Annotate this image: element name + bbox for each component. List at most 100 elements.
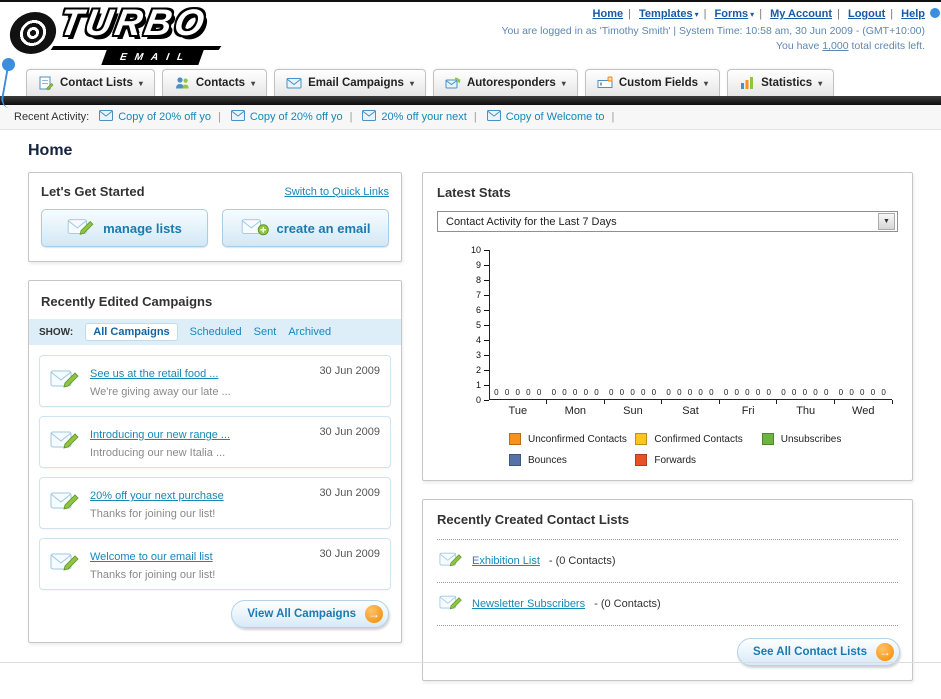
activity-chart: 0 1 2 3 4 5 6 7 8 9 10 0 0 0 0 00 0 0 0 00 0 0 0 0… <box>437 245 898 466</box>
legend-item: Bounces <box>509 454 635 466</box>
filter-sent[interactable]: Sent <box>254 326 277 338</box>
chevron-down-icon: ▾ <box>138 78 143 88</box>
chart-plot-area: 0 0 0 0 0 0 0 0 0 0 0 0 0 0 0 0 0 0 0 0 0 0 … <box>489 250 892 400</box>
campaign-list: See us at the retail food ... We're givi… <box>29 345 401 592</box>
campaigns-title: Recently Edited Campaigns <box>41 294 213 309</box>
top-link-home[interactable]: Home <box>593 8 624 20</box>
envelope-icon <box>230 108 245 126</box>
y-axis-tick: 2 <box>476 365 489 375</box>
top-link-templates[interactable]: Templates <box>639 8 693 20</box>
chevron-down-icon: ▾ <box>251 78 256 88</box>
separator: | <box>611 111 615 123</box>
footer-divider <box>0 662 941 663</box>
filter-all-campaigns[interactable]: All Campaigns <box>85 323 178 341</box>
create-email-label: create an email <box>276 220 371 236</box>
contact-list-item: Exhibition List - (0 Contacts) <box>437 540 898 583</box>
tab-label: Custom Fields <box>618 77 699 89</box>
filter-archived[interactable]: Archived <box>288 326 331 338</box>
statistics-icon <box>739 75 755 91</box>
legend-swatch <box>761 433 774 445</box>
view-all-campaigns-button[interactable]: View All Campaigns → <box>231 600 389 628</box>
campaign-subtitle: Thanks for joining our list! <box>90 569 216 581</box>
campaign-date: 30 Jun 2009 <box>319 487 380 499</box>
contact-list-link[interactable]: Exhibition List <box>472 555 540 567</box>
legend-item: Unsubscribes <box>761 433 888 445</box>
y-axis-tick: 3 <box>476 350 489 360</box>
campaign-title-link[interactable]: See us at the retail food ... <box>90 368 218 380</box>
recently-edited-campaigns-panel: Recently Edited Campaigns SHOW: All Camp… <box>28 280 402 643</box>
chart-zero-values: 0 0 0 0 0 0 0 0 0 0 0 0 0 0 0 0 0 0 0 0 0 0 … <box>490 388 892 397</box>
recent-activity-label: Recent Activity: <box>14 111 90 123</box>
chart-x-axis: Tue Mon Sun Sat Fri Thu Wed <box>489 400 893 417</box>
legend-swatch <box>635 454 648 466</box>
contact-list-count: - (0 Contacts) <box>594 598 661 610</box>
campaign-date: 30 Jun 2009 <box>319 426 380 438</box>
campaign-subtitle: Introducing our new Italia ... <box>90 447 226 459</box>
tab-email-campaigns[interactable]: Email Campaigns ▾ <box>274 69 426 96</box>
recent-activity-item[interactable]: 20% off your next <box>362 108 467 126</box>
campaign-row: See us at the retail food ... We're givi… <box>39 355 391 407</box>
tab-contacts[interactable]: Contacts ▾ <box>161 69 268 96</box>
contact-list-count: - (0 Contacts) <box>548 555 616 567</box>
x-axis-label: Sat <box>662 400 720 417</box>
arrow-right-icon: → <box>876 643 894 661</box>
main-content: Home Let's Get Started Switch to Quick L… <box>0 130 941 699</box>
switch-quick-links-link[interactable]: Switch to Quick Links <box>284 186 389 198</box>
chart-y-axis: 0 1 2 3 4 5 6 7 8 9 10 <box>455 245 489 405</box>
chart-values-group: 0 0 0 0 0 <box>608 388 659 397</box>
filter-scheduled[interactable]: Scheduled <box>190 326 242 338</box>
contact-list-item: Newsletter Subscribers - (0 Contacts) <box>437 583 898 626</box>
contact-lists-title: Recently Created Contact Lists <box>437 512 630 527</box>
tab-label: Contacts <box>195 77 246 89</box>
recent-activity-item[interactable]: Copy of 20% off yo <box>99 108 211 126</box>
top-link-forms[interactable]: Forms <box>715 8 749 20</box>
x-axis-label: Wed <box>834 400 893 417</box>
tab-autoresponders[interactable]: Autoresponders ▾ <box>432 69 578 96</box>
chart-values-group: 0 0 0 0 0 <box>666 388 716 397</box>
separator: | <box>349 111 353 123</box>
nav-divider-bar <box>0 96 941 105</box>
campaign-subtitle: We're giving away our late ... <box>90 386 231 398</box>
create-email-button[interactable]: create an email <box>222 209 389 247</box>
legend-label: Unconfirmed Contacts <box>528 433 627 445</box>
separator: | <box>837 8 840 20</box>
tab-statistics[interactable]: Statistics ▾ <box>727 69 835 96</box>
campaign-filter-strip: SHOW: All Campaigns Scheduled Sent Archi… <box>29 319 401 345</box>
top-link-logout[interactable]: Logout <box>848 8 885 20</box>
header: TURBO EMAIL Home | Templates ▾ | Forms ▾ | My… <box>0 2 941 65</box>
chart-legend: Unconfirmed Contacts Confirmed Contacts Un… <box>509 433 892 466</box>
app-logo[interactable]: TURBO EMAIL <box>7 2 255 65</box>
envelope-icon <box>99 108 114 126</box>
legend-label: Bounces <box>528 454 567 466</box>
stats-period-select[interactable]: Contact Activity for the Last 7 Days ▼ <box>437 211 898 232</box>
contact-list-link[interactable]: Newsletter Subscribers <box>472 598 585 610</box>
credits-suffix: total credits left. <box>851 40 925 52</box>
campaign-title-link[interactable]: Welcome to our email list <box>90 551 213 563</box>
recent-activity-item[interactable]: Copy of 20% off yo <box>230 108 343 126</box>
chart-values-group: 0 0 0 0 0 <box>781 388 831 397</box>
y-axis-tick: 1 <box>476 380 489 390</box>
pencil-envelope-icon <box>50 367 80 396</box>
campaign-title-link[interactable]: 20% off your next purchase <box>90 490 224 502</box>
manage-lists-button[interactable]: manage lists <box>41 209 208 247</box>
y-axis-tick: 6 <box>476 305 489 315</box>
campaign-title-link[interactable]: Introducing our new range ... <box>90 429 230 441</box>
legend-label: Forwards <box>654 454 697 466</box>
envelope-icon <box>362 108 377 126</box>
tab-label: Contact Lists <box>60 77 133 89</box>
chevron-down-icon: ▾ <box>561 78 566 88</box>
chart-values-group: 0 0 0 0 0 <box>838 388 888 397</box>
pencil-envelope-icon <box>50 489 80 518</box>
tab-contact-lists[interactable]: Contact Lists ▾ <box>26 69 155 96</box>
tab-custom-fields[interactable]: Custom Fields ▾ <box>584 69 721 96</box>
contact-list: Exhibition List - (0 Contacts) Newslette… <box>437 539 898 626</box>
top-link-my-account[interactable]: My Account <box>770 8 832 20</box>
x-axis-label: Thu <box>777 400 835 417</box>
tab-label: Statistics <box>761 77 813 89</box>
legend-item: Unconfirmed Contacts <box>509 433 635 445</box>
top-link-help[interactable]: Help <box>901 8 925 20</box>
header-right: Home | Templates ▾ | Forms ▾ | My Account | Lo… <box>501 8 925 52</box>
credits-value: 1,000 <box>822 40 849 52</box>
custom-fields-icon <box>597 75 613 91</box>
recent-activity-item[interactable]: Copy of Welcome to <box>486 108 605 126</box>
